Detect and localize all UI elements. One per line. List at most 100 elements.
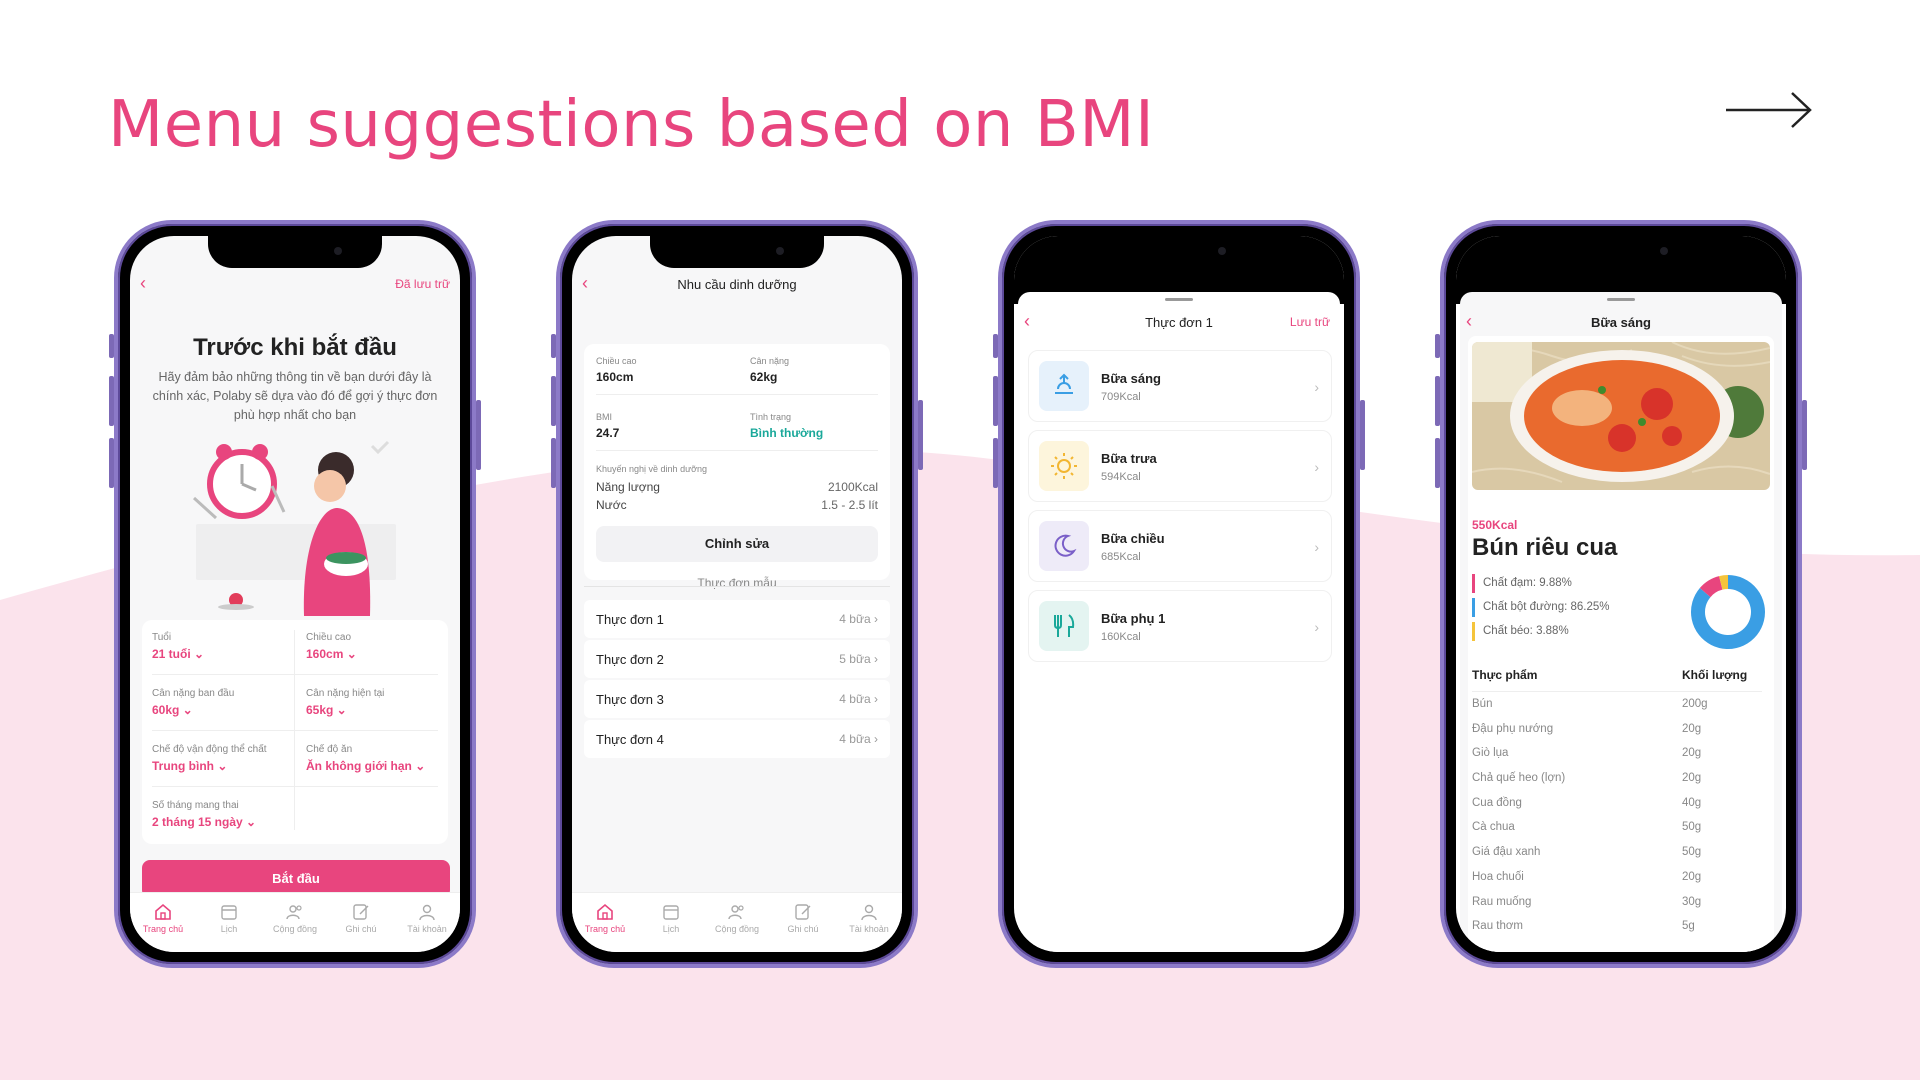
current-weight-field[interactable]: Cân nặng hiện tại 65kg ⌄ [306, 688, 384, 717]
page-subtitle: Hãy đảm bảo những thông tin về bạn dưới … [152, 370, 438, 422]
ingredient-name: Rau muống [1472, 895, 1532, 908]
ingredient-row: Chả quế heo (lợn) 20g [1472, 772, 1762, 797]
tab-calendar[interactable]: Lịch [196, 893, 262, 952]
tab-calendar[interactable]: Lịch [638, 893, 704, 952]
ingredient-row: Rau thơm 5g [1472, 920, 1762, 945]
meal-card-snack[interactable]: Bữa phụ 1 160Kcal › [1028, 590, 1332, 662]
ingredient-name: Cà chua [1472, 821, 1515, 834]
ingredient-weight: 200g [1682, 698, 1708, 710]
height-field[interactable]: Chiều cao 160cm ⌄ [306, 632, 357, 661]
menu-row-2[interactable]: Thực đơn 25 bữa › [584, 640, 890, 678]
screen-meal-detail: ‹ Bữa sáng 550Kcal Bún riêu cua Chất đạm… [1456, 236, 1786, 952]
slide-title: Menu suggestions based on BMI [108, 88, 1155, 162]
back-chevron-icon[interactable]: ‹ [140, 274, 146, 292]
tab-account[interactable]: Tài khoản [394, 893, 460, 952]
ingredient-row: Rau muống 30g [1472, 896, 1762, 921]
edit-button[interactable]: Chỉnh sửa [596, 526, 878, 562]
note-icon [353, 904, 369, 920]
save-link[interactable]: Lưu trữ [1290, 315, 1330, 329]
tab-home[interactable]: Trang chủ [130, 893, 196, 952]
ingredient-name: Chả quế heo (lợn) [1472, 772, 1566, 785]
page-title: Nhu cầu dinh dưỡng [677, 277, 797, 292]
pregnancy-months-field[interactable]: Số tháng mang thai 2 tháng 15 ngày ⌄ [152, 800, 256, 829]
ingredient-name: Hoa chuối [1472, 870, 1524, 883]
tab-community[interactable]: Cộng đồng [262, 893, 328, 952]
menu-row-4[interactable]: Thực đơn 44 bữa › [584, 720, 890, 758]
tab-home[interactable]: Trang chủ [572, 893, 638, 952]
meal-sheet: ‹ Bữa sáng 550Kcal Bún riêu cua Chất đạm… [1460, 292, 1782, 952]
phone-menu-detail: ‹ Thực đơn 1 Lưu trữ Bữa sáng 709Kcal › Bữ… [993, 220, 1365, 968]
weight-column-header: Khối lượng [1682, 668, 1748, 682]
energy-value: 2100Kcal [827, 480, 878, 494]
ingredient-weight: 50g [1682, 846, 1702, 859]
ingredient-row: Giò lụa 20g [1472, 747, 1762, 772]
meal-card-afternoon[interactable]: Bữa chiều 685Kcal › [1028, 510, 1332, 582]
home-icon [155, 903, 171, 920]
note-icon [795, 904, 811, 920]
ingredient-weight: 30g [1682, 895, 1702, 908]
tab-community[interactable]: Cộng đồng [704, 893, 770, 952]
fat-slice [1719, 575, 1729, 590]
initial-weight-field[interactable]: Cân nặng ban đầu 60kg ⌄ [152, 688, 234, 717]
sunrise-icon [1055, 373, 1073, 394]
phone-meal-detail: ‹ Bữa sáng 550Kcal Bún riêu cua Chất đạm… [1435, 220, 1807, 968]
ingredient-row: Cà chua 50g [1472, 821, 1762, 846]
pregnant-woman-eating-illustration [192, 440, 396, 616]
user-icon [419, 904, 435, 921]
water-value: 1.5 - 2.5 lít [821, 498, 878, 512]
phone-before-start: ‹ Đã lưu trữ Trước khi bắt đầu Hãy đảm b… [109, 220, 481, 968]
ingredient-name: Bún [1472, 698, 1493, 710]
meal-card-breakfast[interactable]: Bữa sáng 709Kcal › [1028, 350, 1332, 422]
tab-bar: Trang chủ Lịch Cộng đồng Ghi chú Tài kho… [130, 892, 460, 952]
diet-mode-field[interactable]: Chế độ ăn Ăn không giới hạn ⌄ [306, 744, 425, 773]
menu-row-1[interactable]: Thực đơn 14 bữa › [584, 600, 890, 638]
meal-card-lunch[interactable]: Bữa trưa 594Kcal › [1028, 430, 1332, 502]
ingredient-row: Hoa chuối 20g [1472, 871, 1762, 896]
ingredient-weight: 50g [1682, 821, 1702, 834]
tab-account[interactable]: Tài khoản [836, 893, 902, 952]
ingredient-name: Rau thơm [1472, 920, 1524, 933]
tab-notes[interactable]: Ghi chú [328, 893, 394, 952]
ingredient-row: Bún 200g [1472, 698, 1762, 723]
ingredient-row: Đậu phụ nướng 20g [1472, 723, 1762, 748]
next-arrow-icon[interactable] [1724, 88, 1814, 132]
community-icon [728, 905, 744, 920]
ingredient-weight: 5g [1682, 920, 1695, 933]
macro-list: Chất đạm: 9.88% Chất bột đường: 86.25% C… [1472, 574, 1610, 641]
activity-level-field[interactable]: Chế độ vận động thể chất Trung bình ⌄ [152, 744, 267, 773]
ingredient-name: Đậu phụ nướng [1472, 722, 1554, 735]
age-field[interactable]: Tuổi 21 tuổi ⌄ [152, 632, 204, 661]
tab-notes[interactable]: Ghi chú [770, 893, 836, 952]
page-title: Trước khi bắt đầu [193, 334, 397, 361]
menu-row-3[interactable]: Thực đơn 34 bữa › [584, 680, 890, 718]
ingredient-name: Giò lụa [1472, 747, 1509, 760]
fat-label: Chất béo: 3.88% [1472, 622, 1610, 641]
screen-before-start: ‹ Đã lưu trữ Trước khi bắt đầu Hãy đảm b… [130, 236, 460, 952]
sun-icon [1051, 453, 1077, 479]
moon-icon [1054, 534, 1077, 557]
height-value: 160cm [596, 370, 634, 384]
macro-donut-chart [1691, 575, 1765, 649]
screen-nutrition-needs: ‹ Nhu cầu dinh dưỡng Chiều cao 160cm Cân… [572, 236, 902, 952]
page-title: Bữa sáng [1591, 315, 1651, 330]
ingredient-weight: 20g [1682, 747, 1702, 760]
ingredient-weight: 40g [1682, 796, 1702, 809]
bmi-value: 24.7 [596, 426, 620, 440]
ingredient-weight: 20g [1682, 772, 1702, 785]
ingredient-weight: 20g [1682, 870, 1702, 883]
sample-menu-heading: Thực đơn mẫu [697, 576, 777, 590]
ingredients-table: Thực phẩm Khối lượng Bún 200g Đậu phụ nướng… [1472, 668, 1762, 945]
ingredient-name: Cua đồng [1472, 796, 1522, 809]
phone-nutrition-needs: ‹ Nhu cầu dinh dưỡng Chiều cao 160cm Cân… [551, 220, 923, 968]
menu-sheet: ‹ Thực đơn 1 Lưu trữ Bữa sáng 709Kcal › Bữ… [1018, 292, 1340, 952]
status-value: Bình thường [750, 426, 824, 440]
calendar-icon [663, 905, 679, 920]
protein-label: Chất đạm: 9.88% [1472, 574, 1610, 593]
saved-link[interactable]: Đã lưu trữ [395, 277, 450, 291]
fork-knife-icon [1054, 614, 1075, 637]
meal-kcal: 550Kcal [1472, 518, 1518, 532]
dish-name: Bún riêu cua [1472, 534, 1618, 561]
bun-rieu-food-image [1472, 342, 1770, 490]
community-icon [286, 905, 302, 920]
ingredient-name: Giá đậu xanh [1472, 846, 1541, 859]
